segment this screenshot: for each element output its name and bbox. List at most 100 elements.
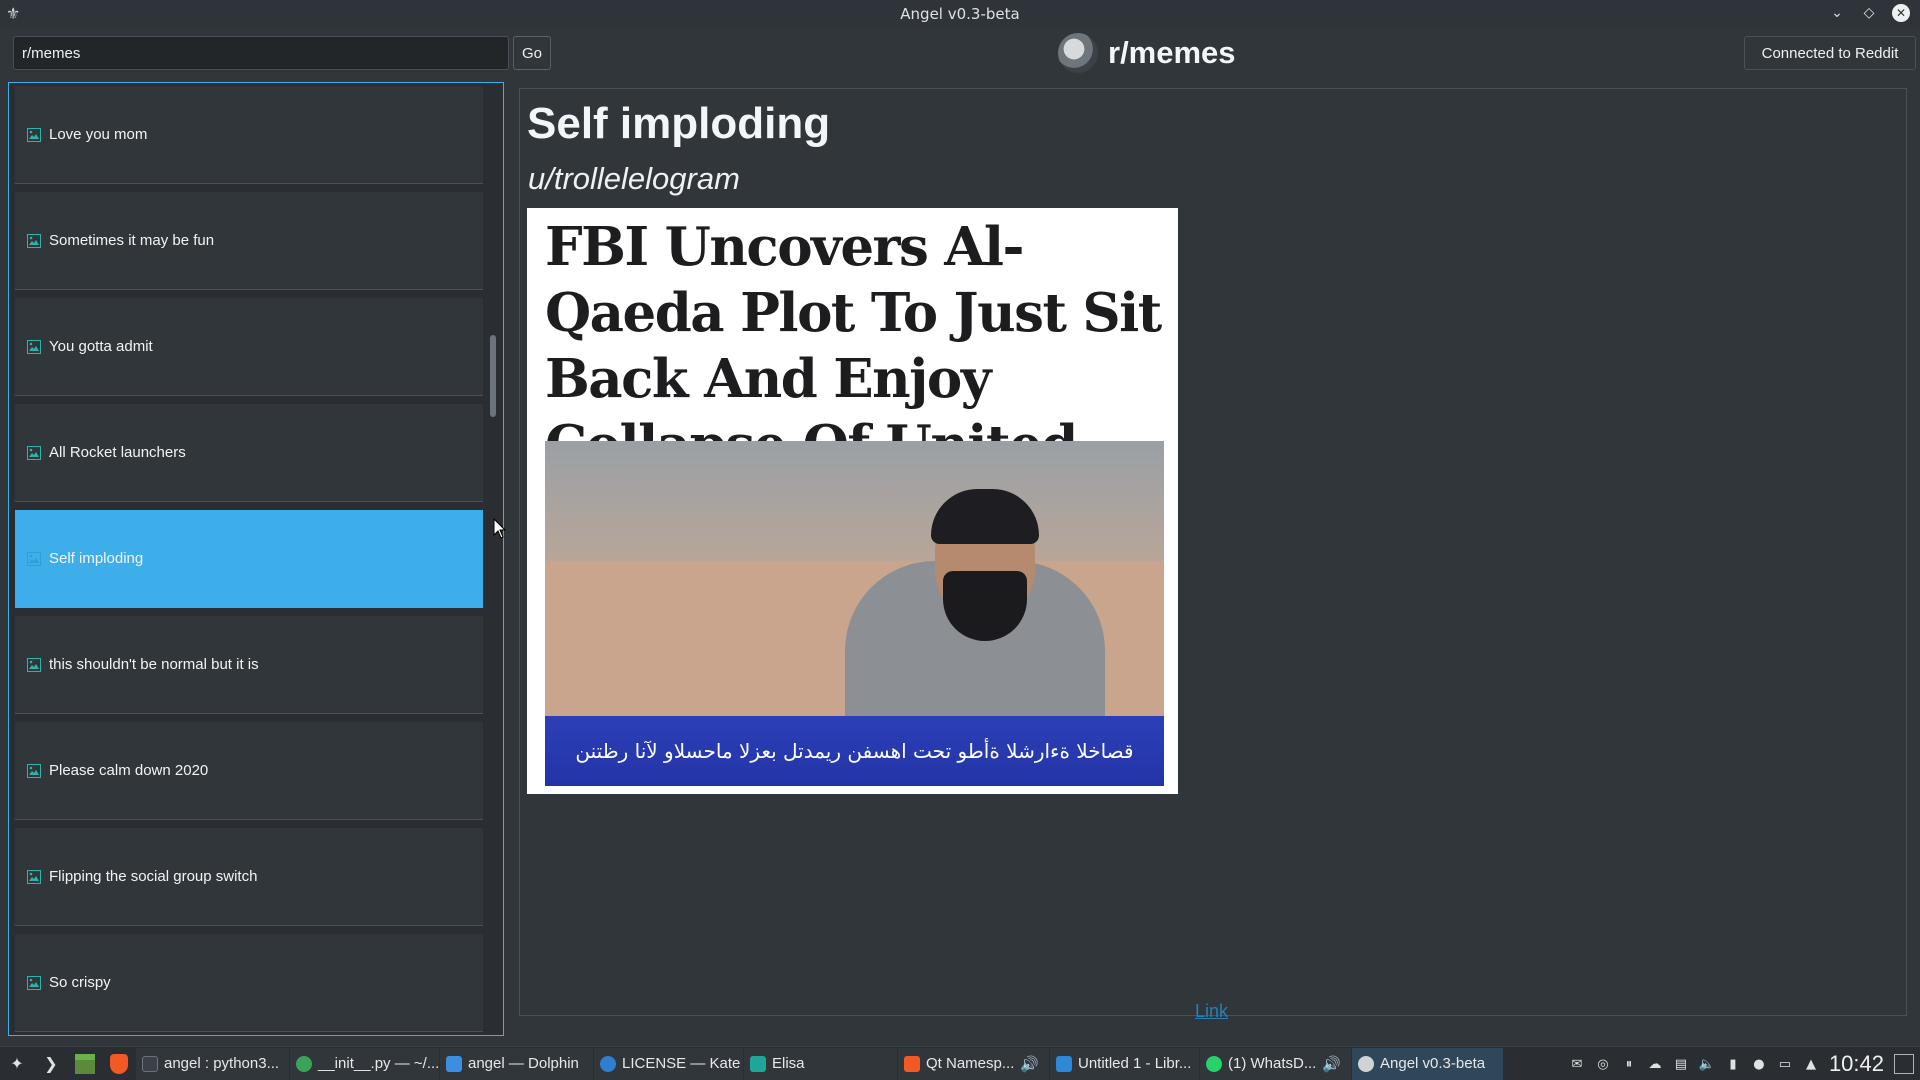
connection-status-button[interactable]: Connected to Reddit xyxy=(1744,36,1916,70)
usb-icon[interactable]: ▮ xyxy=(1725,1056,1741,1072)
task-label: Elisa xyxy=(772,1055,805,1072)
angel-icon xyxy=(1358,1055,1374,1072)
system-tray: ✉ ◎ ⏸ ☁ ▤ 🔈 ▮ ● ▭ ▲ 10:42 xyxy=(1569,1047,1920,1080)
go-button[interactable]: Go xyxy=(513,36,551,70)
clipboard-icon[interactable]: ▤ xyxy=(1673,1056,1689,1072)
image-icon xyxy=(27,445,43,461)
subreddit-search-row: Go xyxy=(13,36,551,70)
media-pause-icon[interactable]: ⏸ xyxy=(1621,1056,1637,1072)
microphone-icon[interactable]: ● xyxy=(1751,1056,1767,1072)
post-title-label: You gotta admit xyxy=(49,338,153,355)
task-label: Qt Namesp... xyxy=(926,1055,1015,1072)
brave-launcher-icon[interactable] xyxy=(102,1047,136,1080)
maximize-icon[interactable]: ◇ xyxy=(1860,4,1878,22)
taskbar-task-angel[interactable]: Angel v0.3-beta xyxy=(1352,1047,1504,1080)
kate-icon xyxy=(296,1055,312,1072)
expand-tray-icon[interactable]: ▲ xyxy=(1803,1056,1819,1072)
angel-app-icon[interactable]: ⚜ xyxy=(6,4,24,23)
taskbar-task-kate[interactable]: LICENSE — Kate xyxy=(594,1047,744,1080)
kate-icon xyxy=(600,1055,616,1072)
whatsapp-icon xyxy=(1206,1055,1222,1072)
post-list-item[interactable]: You gotta admit xyxy=(15,298,483,396)
image-icon xyxy=(27,551,43,567)
window-title: Angel v0.3-beta xyxy=(900,5,1020,23)
mouse-cursor-icon xyxy=(493,518,507,539)
post-author[interactable]: u/trollelelogram xyxy=(528,161,740,197)
subreddit-avatar xyxy=(1058,33,1098,73)
post-title-label: this shouldn't be normal but it is xyxy=(49,656,259,673)
subreddit-header: r/memes xyxy=(1058,30,1236,76)
post-list-item[interactable]: this shouldn't be normal but it is xyxy=(15,616,483,714)
image-photo: قصاخلا ةءارشلا ةأطو تحت اهسفن ريمدتل بعز… xyxy=(545,441,1164,786)
post-list-item[interactable]: Flipping the social group switch xyxy=(15,828,483,926)
speaker-icon: 🔊 xyxy=(1322,1055,1342,1073)
main-window: Go r/memes Connected to Reddit Love you … xyxy=(0,28,1920,1046)
taskbar-task-browser[interactable]: Qt Namesp... 🔊 xyxy=(898,1047,1050,1080)
minecraft-launcher-icon[interactable] xyxy=(68,1047,102,1080)
scrollbar-handle[interactable] xyxy=(490,335,496,417)
terminal-launcher-icon[interactable]: ❯ xyxy=(34,1047,68,1080)
cloud-icon[interactable]: ☁ xyxy=(1647,1056,1663,1072)
post-list-item[interactable]: Love you mom xyxy=(15,86,483,184)
post-list[interactable]: Love you mom Sometimes it may be fun You… xyxy=(8,82,504,1036)
show-desktop-icon[interactable] xyxy=(1894,1054,1914,1074)
post-list-item[interactable]: So crispy xyxy=(15,934,483,1032)
image-icon xyxy=(27,657,43,673)
image-icon xyxy=(27,975,43,991)
post-list-item-selected[interactable]: Self imploding xyxy=(15,510,483,608)
task-label: Angel v0.3-beta xyxy=(1380,1055,1486,1072)
image-icon xyxy=(27,233,43,249)
post-title-label: Sometimes it may be fun xyxy=(49,232,215,249)
network-icon[interactable]: ▭ xyxy=(1777,1056,1793,1072)
folder-icon xyxy=(446,1055,462,1072)
task-label: LICENSE — Kate xyxy=(622,1055,741,1072)
task-label: angel : python3... xyxy=(164,1055,280,1072)
image-icon xyxy=(27,869,43,885)
taskbar-task-editor[interactable]: __init__.py — ~/... xyxy=(290,1047,440,1080)
whatsapp-tray-icon[interactable]: ◎ xyxy=(1595,1056,1611,1072)
task-label: __init__.py — ~/... xyxy=(318,1055,440,1072)
post-title-label: Flipping the social group switch xyxy=(49,868,258,885)
window-titlebar: ⚜ Angel v0.3-beta ⌄ ◇ ✕ xyxy=(0,0,1920,28)
post-title-label: Please calm down 2020 xyxy=(49,762,209,779)
post-link[interactable]: Link xyxy=(1195,1001,1228,1022)
writer-icon xyxy=(1056,1055,1072,1072)
notifications-icon[interactable]: ✉ xyxy=(1569,1056,1585,1072)
post-image: FBI Uncovers Al-Qaeda Plot To Just Sit B… xyxy=(527,208,1178,794)
post-title-label: Self imploding xyxy=(49,550,144,567)
clock[interactable]: 10:42 xyxy=(1829,1051,1884,1077)
task-label: Untitled 1 - Libr... xyxy=(1078,1055,1192,1072)
post-list-item[interactable]: All Rocket launchers xyxy=(15,404,483,502)
taskbar: ✦ ❯ angel : python3... __init__.py — ~/.… xyxy=(0,1046,1920,1080)
post-content-panel: Self imploding u/trollelelogram FBI Unco… xyxy=(519,88,1907,1016)
speaker-icon: 🔊 xyxy=(1020,1055,1040,1073)
post-title-label: So crispy xyxy=(49,974,111,991)
taskbar-task-terminal[interactable]: angel : python3... xyxy=(136,1047,290,1080)
subreddit-input[interactable] xyxy=(13,36,509,70)
volume-icon[interactable]: 🔈 xyxy=(1699,1056,1715,1072)
person-cap-shape xyxy=(931,489,1039,544)
image-icon xyxy=(27,763,43,779)
taskbar-task-writer[interactable]: Untitled 1 - Libr... xyxy=(1050,1047,1200,1080)
post-list-item[interactable]: Please calm down 2020 xyxy=(15,722,483,820)
window-controls: ⌄ ◇ ✕ xyxy=(1828,4,1910,22)
task-label: angel — Dolphin xyxy=(468,1055,579,1072)
post-list-item[interactable]: Sometimes it may be fun xyxy=(15,192,483,290)
image-icon xyxy=(27,127,43,143)
taskbar-task-elisa[interactable]: Elisa xyxy=(744,1047,898,1080)
task-label: (1) WhatsD... xyxy=(1228,1055,1317,1072)
image-icon xyxy=(27,339,43,355)
brave-icon xyxy=(904,1055,920,1072)
taskbar-task-dolphin[interactable]: angel — Dolphin xyxy=(440,1047,594,1080)
app-launcher-icon[interactable]: ✦ xyxy=(0,1047,34,1080)
taskbar-task-whatsapp[interactable]: (1) WhatsD... 🔊 xyxy=(1200,1047,1352,1080)
minimize-icon[interactable]: ⌄ xyxy=(1828,4,1846,22)
subreddit-title: r/memes xyxy=(1108,35,1236,70)
post-title-label: All Rocket launchers xyxy=(49,444,186,461)
music-icon xyxy=(750,1055,766,1072)
close-icon[interactable]: ✕ xyxy=(1892,4,1910,22)
post-list-scrollbar[interactable] xyxy=(490,89,498,1027)
post-title-label: Love you mom xyxy=(49,126,148,143)
news-banner: قصاخلا ةءارشلا ةأطو تحت اهسفن ريمدتل بعز… xyxy=(545,716,1164,786)
post-title: Self imploding xyxy=(527,99,831,148)
